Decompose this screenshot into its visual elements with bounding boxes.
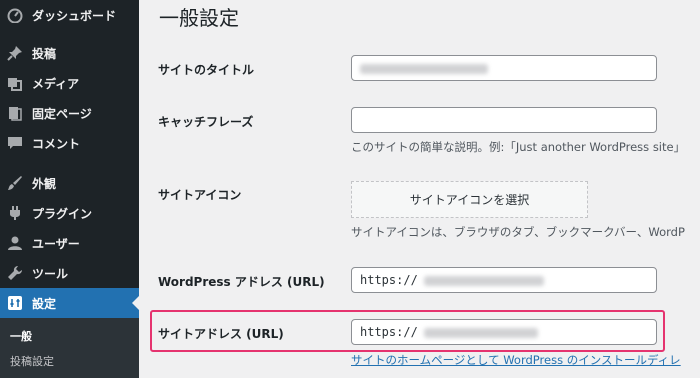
- sidebar-item-label: 固定ページ: [32, 106, 92, 121]
- sidebar-item-label: コメント: [32, 136, 81, 151]
- user-icon: [7, 235, 23, 251]
- sidebar-item-label: ダッシュボード: [32, 8, 117, 23]
- wp-address-value: https://: [360, 273, 418, 287]
- site-icon-description: サイトアイコンは、ブラウザのタブ、ブックマークバー、WordP: [351, 225, 685, 239]
- blurred-value: [423, 327, 538, 338]
- sidebar-item-label: 投稿: [32, 46, 57, 61]
- wp-address-input[interactable]: https://: [351, 267, 657, 293]
- sidebar-item-label: メディア: [32, 76, 80, 91]
- media-icon: [7, 75, 23, 91]
- settings-icon: [7, 295, 23, 311]
- sidebar-item-label: プラグイン: [32, 206, 93, 221]
- dashboard-icon: [7, 7, 23, 23]
- active-indicator: [132, 296, 139, 310]
- wp-address-label: WordPress アドレス (URL): [158, 275, 325, 289]
- submenu-item-writing[interactable]: 投稿設定: [10, 353, 54, 369]
- tagline-input[interactable]: [351, 107, 657, 133]
- sidebar-item-posts[interactable]: 投稿: [0, 38, 139, 68]
- brush-icon: [7, 175, 23, 191]
- page-icon: [7, 105, 23, 121]
- wrench-icon: [7, 265, 23, 281]
- sidebar-item-label: 設定: [32, 296, 57, 311]
- sidebar-item-appearance[interactable]: 外観: [0, 168, 139, 198]
- sidebar-item-dashboard[interactable]: ダッシュボード: [0, 0, 139, 30]
- site-address-description-link[interactable]: サイトのホームページとして WordPress のインストールディレ: [351, 352, 681, 368]
- sidebar-item-label: ユーザー: [32, 236, 80, 251]
- sidebar-item-comments[interactable]: コメント: [0, 128, 139, 158]
- site-title-input[interactable]: [351, 55, 657, 81]
- comment-icon: [7, 135, 23, 151]
- admin-sidebar: ダッシュボード 投稿 メディア 固定ページ コメント 外観 プラグイン ユーザー…: [0, 0, 139, 378]
- pin-icon: [7, 45, 23, 61]
- site-icon-label: サイトアイコン: [158, 188, 242, 202]
- plugin-icon: [7, 205, 23, 221]
- sidebar-item-tools[interactable]: ツール: [0, 258, 139, 288]
- select-site-icon-button[interactable]: サイトアイコンを選択: [351, 181, 588, 218]
- site-title-label: サイトのタイトル: [158, 63, 255, 77]
- site-address-label: サイトアドレス (URL): [158, 327, 284, 341]
- sidebar-item-users[interactable]: ユーザー: [0, 228, 139, 258]
- site-address-value: https://: [360, 325, 418, 339]
- blurred-value: [360, 63, 488, 74]
- sidebar-item-settings[interactable]: 設定: [0, 288, 139, 318]
- sidebar-item-plugins[interactable]: プラグイン: [0, 198, 139, 228]
- sidebar-item-label: 外観: [32, 176, 57, 191]
- submenu-item-general[interactable]: 一般: [10, 328, 32, 344]
- page-title: 一般設定: [159, 6, 239, 30]
- sidebar-item-label: ツール: [32, 266, 69, 281]
- tagline-description: このサイトの簡単な説明。例:「Just another WordPress si…: [351, 140, 686, 154]
- site-address-input[interactable]: https://: [351, 319, 657, 345]
- settings-main: 一般設定 サイトのタイトル キャッチフレーズ このサイトの簡単な説明。例:「Ju…: [139, 0, 700, 378]
- sidebar-item-media[interactable]: メディア: [0, 68, 139, 98]
- sidebar-item-pages[interactable]: 固定ページ: [0, 98, 139, 128]
- blurred-value: [423, 275, 544, 286]
- settings-submenu: 一般 投稿設定: [0, 318, 139, 378]
- tagline-label: キャッチフレーズ: [158, 115, 254, 129]
